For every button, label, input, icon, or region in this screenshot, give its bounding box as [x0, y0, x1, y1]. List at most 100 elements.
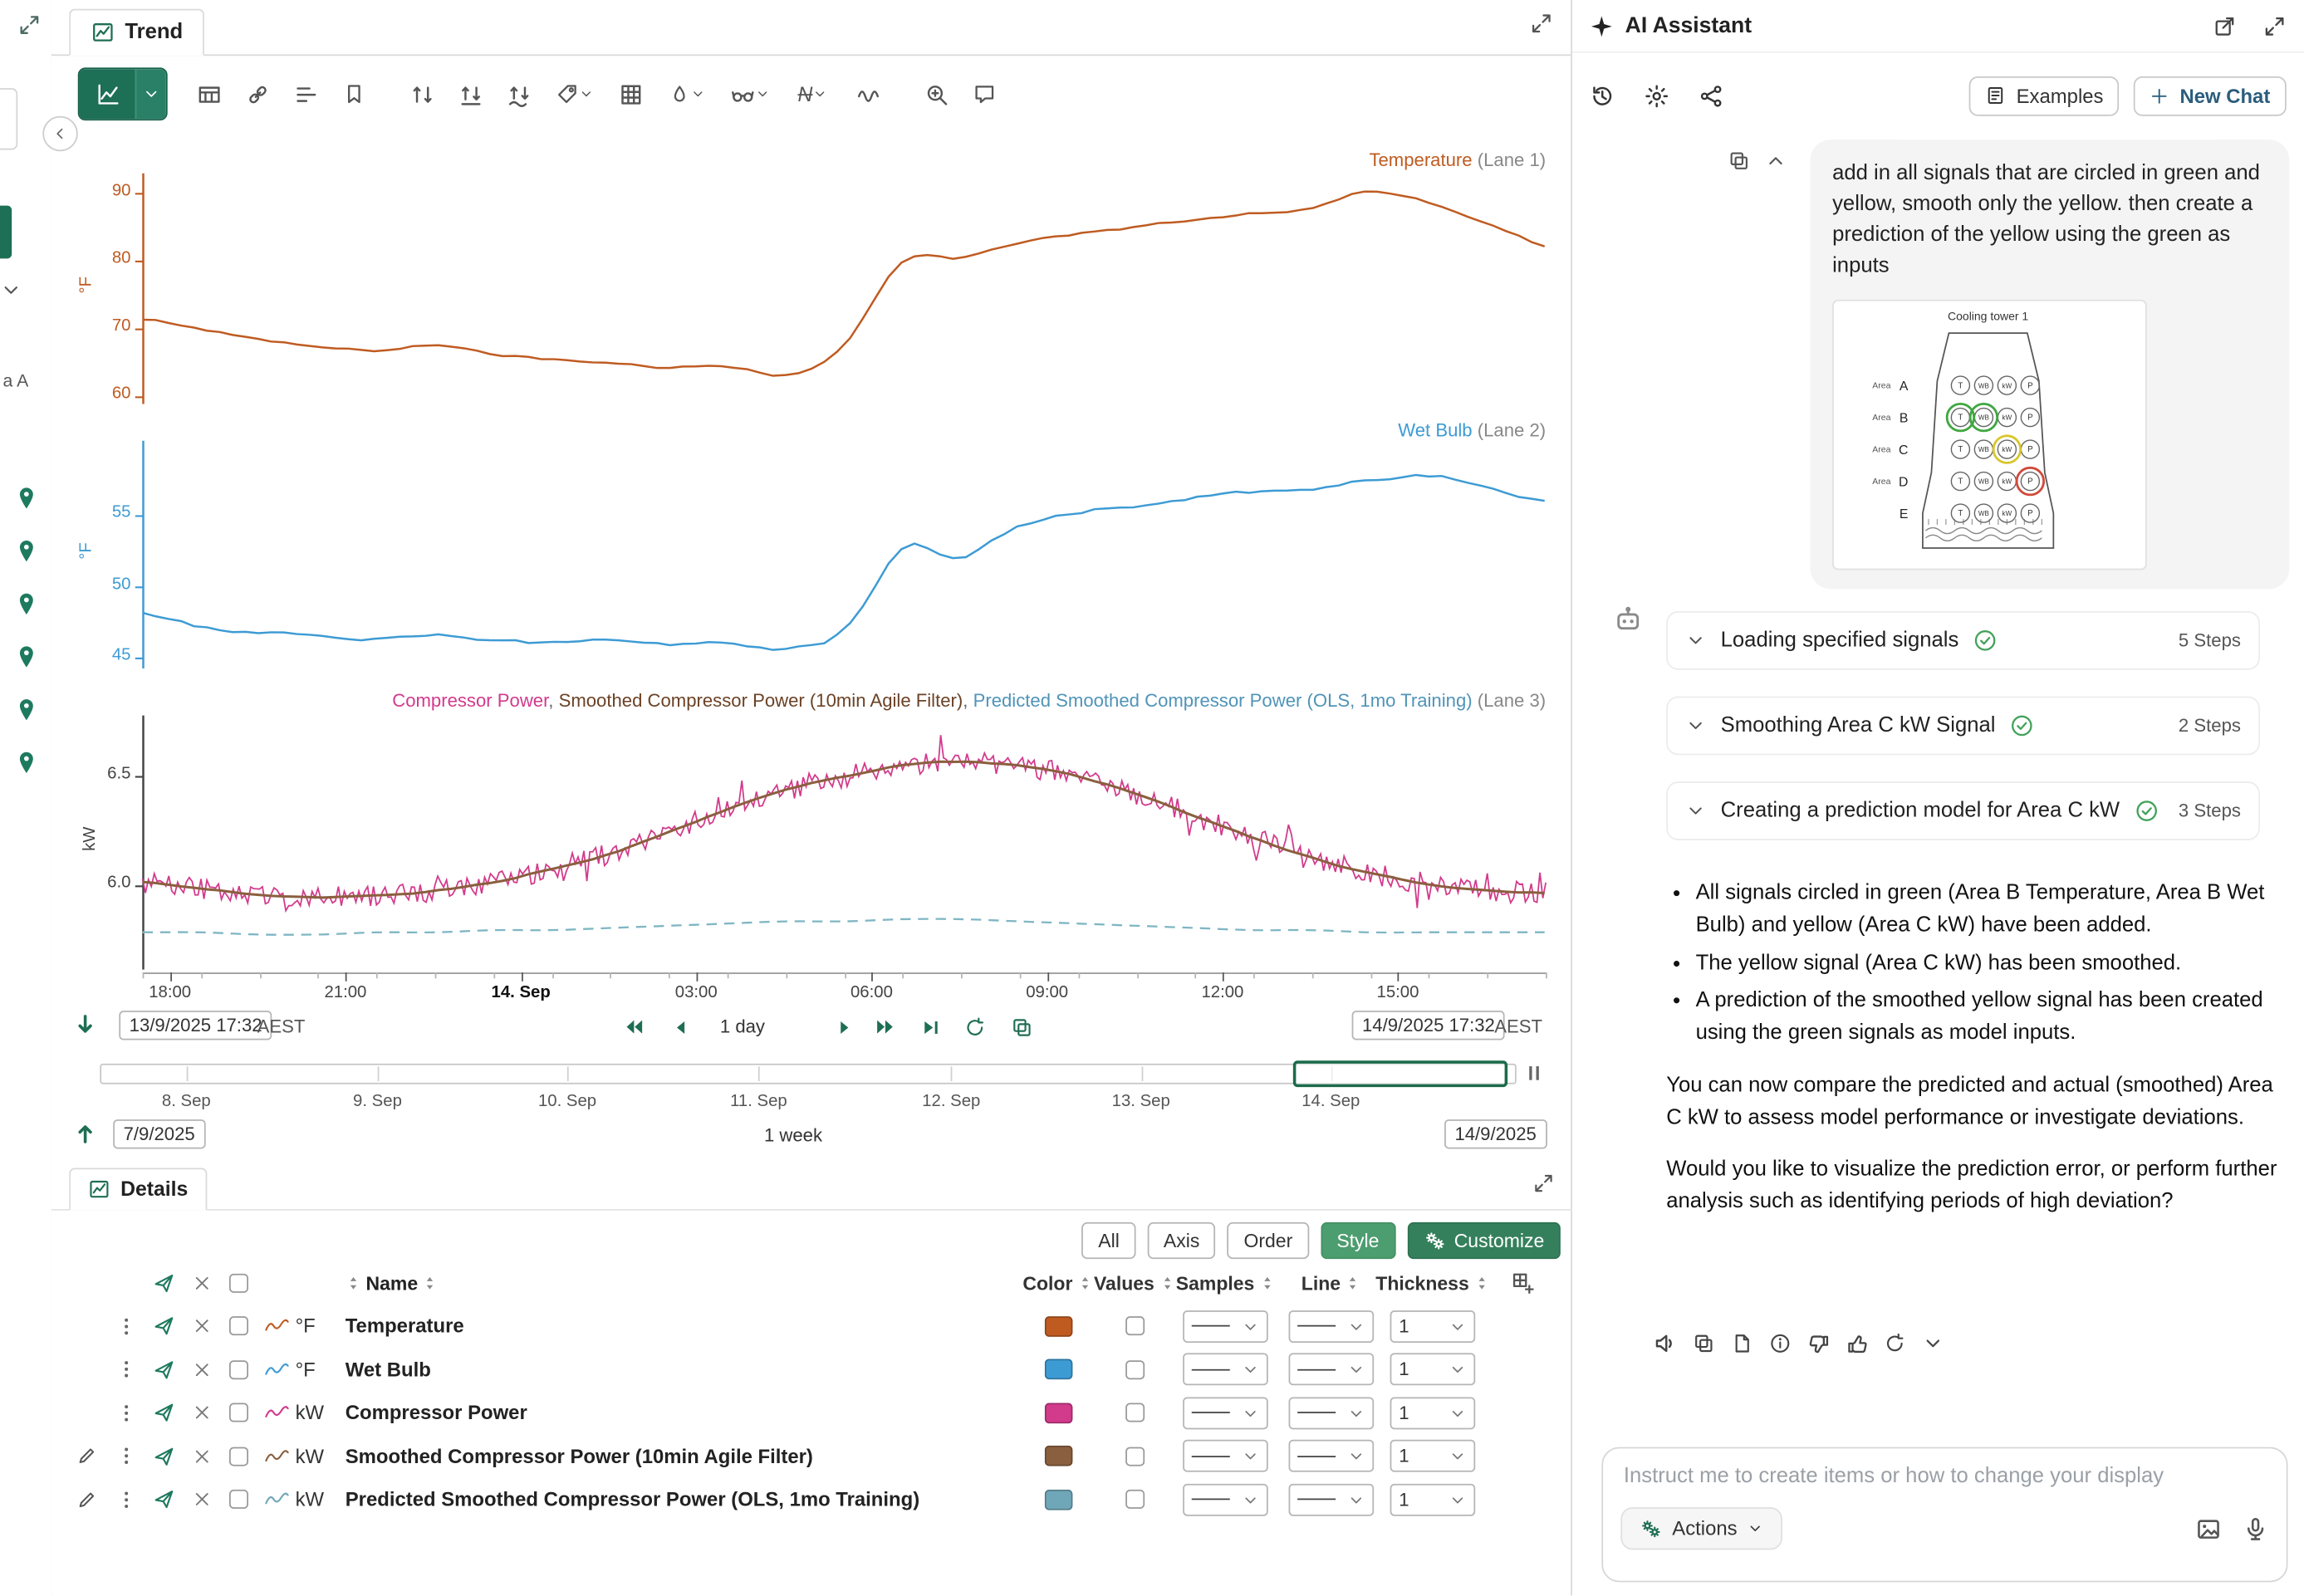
thumbs-down-icon[interactable] [1802, 1327, 1836, 1361]
open-in-new-icon[interactable] [2213, 14, 2236, 37]
send-to-trend-icon[interactable] [143, 1315, 184, 1338]
edit-formula-icon[interactable] [63, 1446, 110, 1466]
copy-message-icon[interactable] [1728, 149, 1750, 172]
send-to-trend-icon[interactable] [143, 1445, 184, 1467]
row-menu-icon[interactable] [110, 1316, 143, 1337]
column-values[interactable]: Values [1094, 1271, 1154, 1294]
refresh-range-button[interactable] [955, 1011, 993, 1043]
row-name[interactable]: Temperature [346, 1315, 1020, 1338]
remove-item-icon[interactable] [184, 1317, 218, 1336]
lane-3-plot[interactable] [143, 716, 1547, 970]
pinned-item-icon[interactable] [12, 590, 41, 619]
copy-range-button[interactable] [1002, 1011, 1041, 1043]
values-checkbox[interactable] [1125, 1403, 1144, 1422]
column-thickness[interactable]: Thickness [1375, 1271, 1469, 1294]
series-temperature[interactable] [143, 192, 1545, 376]
remove-all-icon[interactable] [184, 1273, 218, 1292]
pinned-item-icon[interactable] [12, 538, 41, 567]
step-backward-button[interactable] [661, 1011, 699, 1043]
chart-area[interactable]: Temperature (Lane 1) Wet Bulb (Lane 2) C… [51, 132, 1572, 1013]
style-button[interactable]: Style [1321, 1222, 1395, 1259]
thumbs-up-icon[interactable] [1840, 1327, 1874, 1361]
row-checkbox[interactable] [228, 1490, 248, 1509]
send-to-trend-icon[interactable] [143, 1359, 184, 1381]
series-smoothed-compressor-power-10min-agile-filter-[interactable] [143, 761, 1545, 898]
toolbar-review-icon[interactable] [720, 72, 779, 116]
row-checkbox[interactable] [228, 1403, 248, 1422]
range-down-arrow-icon[interactable] [72, 1012, 99, 1039]
thickness-dropdown[interactable]: 1 [1390, 1354, 1476, 1386]
remove-item-icon[interactable] [184, 1447, 218, 1466]
toolbar-normalize-icon[interactable]: N [783, 72, 842, 116]
row-name[interactable]: Compressor Power [346, 1402, 1020, 1424]
toolbar-table-icon[interactable] [187, 72, 231, 116]
investigate-end-input[interactable]: 14/9/2025 [1444, 1119, 1547, 1148]
scrubber-resize-icon[interactable] [1524, 1062, 1547, 1084]
fast-forward-button[interactable] [867, 1011, 905, 1043]
investigate-start-input[interactable]: 7/9/2025 [113, 1119, 205, 1148]
column-samples[interactable]: Samples [1176, 1271, 1255, 1294]
edit-formula-icon[interactable] [63, 1489, 110, 1510]
copy-response-icon[interactable] [1687, 1327, 1721, 1361]
samples-dropdown[interactable] [1183, 1354, 1268, 1386]
toolbar-labels-icon[interactable] [545, 72, 604, 116]
regenerate-icon[interactable] [1878, 1327, 1912, 1361]
jump-to-end-button[interactable] [911, 1011, 949, 1043]
samples-dropdown[interactable] [1183, 1310, 1268, 1343]
samples-dropdown[interactable] [1183, 1483, 1268, 1515]
toolbar-stack-signals-icon[interactable] [497, 72, 541, 116]
column-color[interactable]: Color [1022, 1271, 1072, 1294]
collapse-sidebar-button[interactable] [42, 116, 77, 151]
info-icon[interactable] [1763, 1327, 1797, 1361]
range-end-input[interactable]: 14/9/2025 17:32 [1352, 1011, 1506, 1040]
line-style-dropdown[interactable] [1289, 1483, 1375, 1515]
attached-image[interactable]: Cooling tower 1AreaATWBkWPAreaBTWBkWPAre… [1832, 300, 2147, 570]
toolbar-lanes-icon[interactable] [283, 72, 327, 116]
add-column-icon[interactable] [1481, 1270, 1563, 1294]
values-checkbox[interactable] [1125, 1317, 1144, 1336]
line-style-dropdown[interactable] [1289, 1397, 1375, 1429]
thickness-dropdown[interactable]: 1 [1390, 1310, 1476, 1343]
chevron-down-icon[interactable] [1685, 800, 1706, 821]
select-all-checkbox[interactable] [228, 1273, 248, 1292]
pinned-item-icon[interactable] [12, 485, 41, 514]
expand-ai-panel-icon[interactable] [2262, 14, 2286, 37]
expand-trend-icon[interactable] [1530, 12, 1553, 35]
color-swatch[interactable] [1044, 1316, 1072, 1337]
step-forward-button[interactable] [824, 1011, 862, 1043]
expand-details-icon[interactable] [1532, 1173, 1555, 1195]
row-name[interactable]: Wet Bulb [346, 1359, 1020, 1381]
column-name[interactable]: Name [366, 1271, 419, 1294]
row-name[interactable]: Smoothed Compressor Power (10min Agile F… [346, 1445, 1020, 1467]
thickness-dropdown[interactable]: 1 [1390, 1397, 1476, 1429]
step-group-3[interactable]: Creating a prediction model for Area C k… [1666, 781, 2260, 840]
chat-input[interactable] [1620, 1463, 2274, 1490]
row-menu-icon[interactable] [110, 1446, 143, 1466]
gear-icon[interactable] [1645, 83, 1669, 108]
row-menu-icon[interactable] [110, 1359, 143, 1380]
values-checkbox[interactable] [1125, 1360, 1144, 1379]
toolbar-link-icon[interactable] [235, 72, 279, 116]
attach-image-icon[interactable] [2195, 1515, 2222, 1542]
microphone-icon[interactable] [2243, 1515, 2269, 1542]
row-menu-icon[interactable] [110, 1403, 143, 1423]
share-icon[interactable] [1699, 83, 1723, 108]
remove-item-icon[interactable] [184, 1360, 218, 1379]
new-chat-button[interactable]: New Chat [2135, 76, 2287, 115]
chevron-down-icon[interactable] [1916, 1327, 1950, 1361]
examples-button[interactable]: Examples [1969, 76, 2120, 115]
tab-trend[interactable]: Trend [69, 9, 205, 56]
range-duration-label[interactable]: 1 day [720, 1016, 765, 1037]
send-all-to-trend-icon[interactable] [143, 1271, 184, 1294]
actions-button[interactable]: Actions [1620, 1507, 1782, 1549]
chevron-down-icon[interactable] [1685, 716, 1706, 737]
color-swatch[interactable] [1044, 1489, 1072, 1510]
thickness-dropdown[interactable]: 1 [1390, 1440, 1476, 1472]
toolbar-sort-axes-icon[interactable] [449, 72, 493, 116]
toolbar-bookmark-icon[interactable] [332, 72, 376, 116]
toolbar-sort-lanes-icon[interactable] [400, 72, 444, 116]
range-up-arrow-icon[interactable] [72, 1119, 99, 1146]
toolbar-zoom-icon[interactable] [914, 72, 958, 116]
fast-backward-button[interactable] [614, 1011, 652, 1043]
range-start-input[interactable]: 13/9/2025 17:32 [119, 1011, 272, 1040]
